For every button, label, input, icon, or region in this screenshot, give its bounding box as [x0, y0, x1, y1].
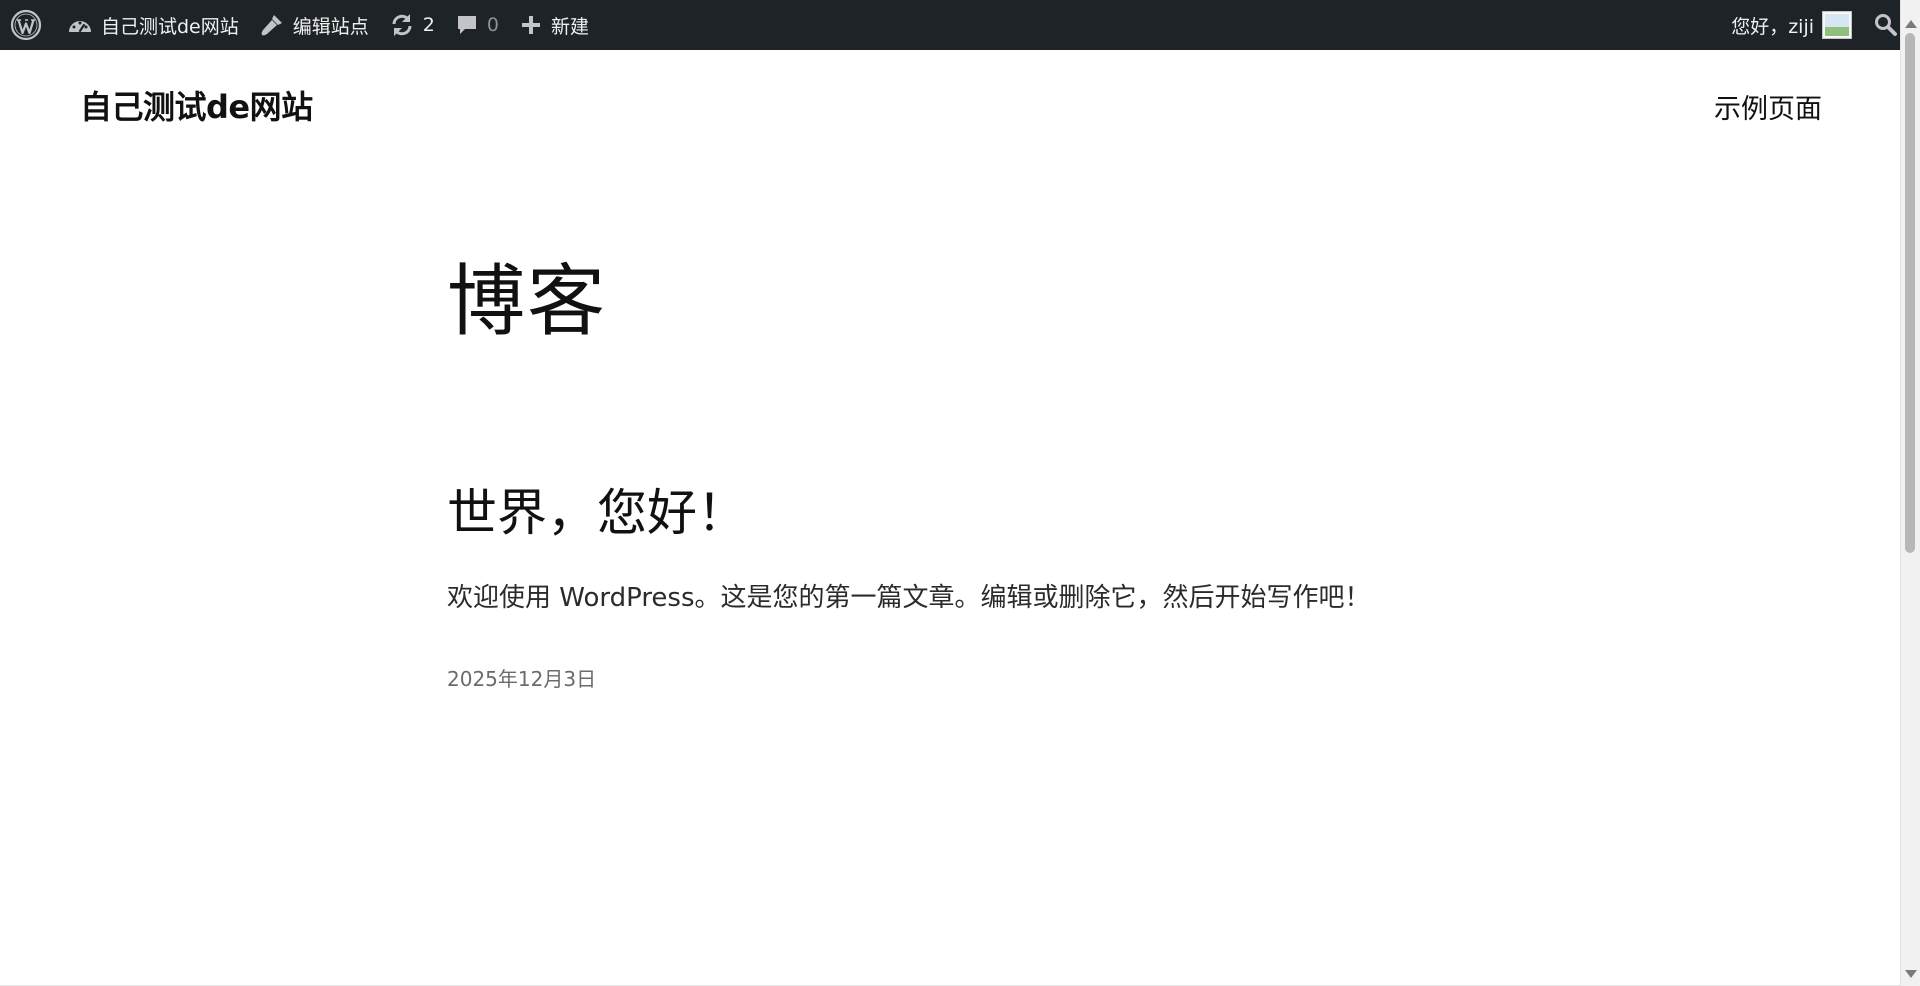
updates-count: 2 [422, 14, 435, 36]
nav-item-sample-page[interactable]: 示例页面 [1714, 87, 1822, 126]
wordpress-menu[interactable] [0, 0, 57, 50]
plus-icon [519, 13, 543, 37]
dashboard-icon [67, 13, 93, 37]
page-title: 博客 [447, 257, 608, 347]
site-header: 自己测试de网站 示例页面 [0, 50, 1900, 160]
new-content-button[interactable]: 新建 [509, 0, 599, 50]
my-account-menu[interactable]: 您好，ziji [1721, 0, 1858, 50]
site-title-link[interactable]: 自己测试de网站 [80, 82, 313, 128]
site-name-menu[interactable]: 自己测试de网站 [57, 0, 249, 50]
admin-bar-left: 自己测试de网站 编辑站点 2 0 新建 [0, 0, 1721, 50]
howdy-label: 您好，ziji [1731, 15, 1814, 38]
brush-icon [259, 12, 285, 38]
post-excerpt: 欢迎使用 WordPress。这是您的第一篇文章。编辑或删除它，然后开始写作吧！ [447, 583, 1371, 613]
scroll-up-arrow-icon[interactable] [1905, 20, 1917, 28]
new-content-label: 新建 [550, 15, 589, 38]
comments-button[interactable]: 0 [445, 0, 509, 50]
scroll-down-arrow-icon[interactable] [1905, 970, 1917, 978]
comments-count: 0 [486, 14, 499, 36]
updates-button[interactable]: 2 [379, 0, 445, 50]
search-icon [1874, 13, 1898, 37]
post-title-link[interactable]: 世界，您好！ [447, 483, 747, 543]
edit-site-label: 编辑站点 [292, 15, 369, 38]
refresh-icon [389, 12, 415, 38]
admin-bar-right: 您好，ziji [1721, 0, 1920, 50]
wordpress-logo-icon [10, 9, 42, 41]
vertical-scrollbar[interactable] [1900, 0, 1920, 986]
avatar [1822, 11, 1852, 39]
comment-icon [455, 13, 479, 37]
post-date-link[interactable]: 2025年12月3日 [447, 663, 596, 692]
admin-bar: 自己测试de网站 编辑站点 2 0 新建 您好，ziji [0, 0, 1920, 50]
site-name-label: 自己测试de网站 [101, 15, 239, 38]
edit-site-button[interactable]: 编辑站点 [249, 0, 379, 50]
scrollbar-thumb[interactable] [1905, 33, 1915, 553]
